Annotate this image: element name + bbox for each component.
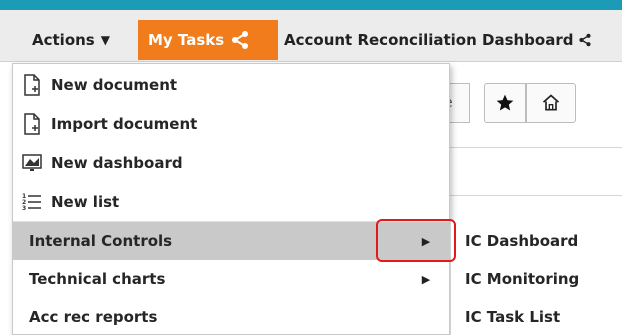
submenu-arrow-icon: ▶	[421, 272, 431, 286]
tab-bar: Actions ▼ My Tasks Account Reconciliatio…	[0, 10, 622, 62]
tab-account-reconciliation-dashboard[interactable]: Account Reconciliation Dashboard	[280, 20, 622, 60]
menu-item-import-document[interactable]: Import document	[13, 105, 449, 143]
internal-controls-submenu: IC Dashboard IC Monitoring IC Task List	[450, 220, 622, 335]
tab-my-tasks[interactable]: My Tasks	[138, 20, 278, 60]
menu-item-new-list[interactable]: 123 New list	[13, 183, 449, 221]
menu-item-label: New document	[51, 76, 178, 94]
menu-item-internal-controls[interactable]: Internal Controls ▶	[13, 222, 449, 260]
submenu-item-label: IC Task List	[465, 308, 561, 326]
menu-item-label: Internal Controls	[29, 232, 173, 250]
star-icon	[496, 94, 514, 111]
list-icon: 123	[21, 192, 43, 212]
menu-item-technical-charts[interactable]: Technical charts ▶	[13, 260, 449, 298]
home-icon	[542, 94, 560, 111]
submenu-item-label: IC Monitoring	[465, 270, 580, 288]
new-document-icon	[21, 74, 43, 96]
divider	[450, 147, 622, 148]
menu-item-label: New list	[51, 193, 120, 211]
tab-my-tasks-label: My Tasks	[148, 31, 225, 49]
caret-down-icon: ▼	[100, 33, 110, 47]
dashboard-icon	[21, 153, 43, 173]
top-accent-bar	[0, 0, 622, 10]
menu-item-label: Import document	[51, 115, 198, 133]
share-icon[interactable]	[578, 33, 592, 47]
submenu-arrow-icon: ▶	[421, 234, 431, 248]
submenu-item-ic-task-list[interactable]: IC Task List	[451, 298, 622, 335]
menu-item-label: Technical charts	[29, 270, 166, 288]
submenu-item-ic-monitoring[interactable]: IC Monitoring	[451, 260, 622, 298]
svg-text:3: 3	[22, 205, 26, 212]
tab-dashboard-label: Account Reconciliation Dashboard	[284, 31, 574, 49]
menu-item-new-document[interactable]: New document	[13, 66, 449, 104]
menu-item-label: Acc rec reports	[29, 308, 158, 326]
actions-menu-button[interactable]: Actions ▼	[18, 20, 136, 60]
actions-label: Actions	[32, 31, 95, 49]
actions-dropdown-menu: New document Import document New dashboa…	[12, 63, 450, 335]
divider	[450, 195, 622, 196]
share-icon[interactable]	[230, 30, 250, 50]
menu-item-label: New dashboard	[51, 154, 183, 172]
submenu-item-label: IC Dashboard	[465, 232, 579, 250]
import-document-icon	[21, 113, 43, 135]
submenu-item-ic-dashboard[interactable]: IC Dashboard	[451, 222, 622, 260]
menu-item-new-dashboard[interactable]: New dashboard	[13, 144, 449, 182]
menu-item-acc-rec-reports[interactable]: Acc rec reports	[13, 298, 449, 335]
favorite-button[interactable]	[484, 83, 526, 123]
home-button[interactable]	[526, 83, 576, 123]
